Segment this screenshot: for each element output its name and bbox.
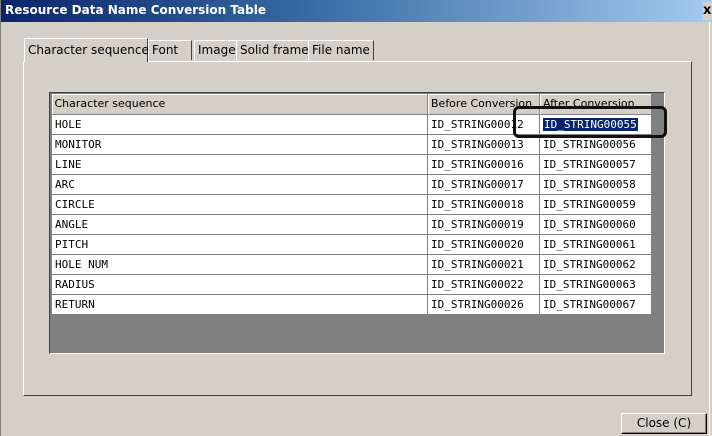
- cell-before-conversion[interactable]: ID_STRING00021: [427, 253, 540, 275]
- cell-character-sequence[interactable]: MONITOR: [51, 133, 428, 155]
- cell-before-conversion[interactable]: ID_STRING00018: [427, 193, 540, 215]
- cell-character-sequence[interactable]: HOLE NUM: [51, 253, 428, 275]
- cell-before-conversion[interactable]: ID_STRING00016: [427, 153, 540, 175]
- table-row[interactable]: LINE ID_STRING00016 ID_STRING00057: [51, 153, 652, 175]
- cell-after-conversion[interactable]: ID_STRING00058: [539, 173, 652, 195]
- column-header-after-conversion[interactable]: After Conversion: [539, 94, 652, 115]
- cell-character-sequence[interactable]: HOLE: [51, 113, 428, 135]
- cell-after-conversion[interactable]: ID_STRING00057: [539, 153, 652, 175]
- tab-character-sequence[interactable]: Character sequence: [24, 38, 149, 62]
- table-row[interactable]: RADIUS ID_STRING00022 ID_STRING00063: [51, 273, 652, 295]
- cell-character-sequence[interactable]: CIRCLE: [51, 193, 428, 215]
- window-close-icon[interactable]: x: [703, 2, 712, 20]
- cell-character-sequence[interactable]: ARC: [51, 173, 428, 195]
- cell-character-sequence[interactable]: ANGLE: [51, 213, 428, 235]
- cell-character-sequence[interactable]: RETURN: [51, 293, 428, 315]
- tab-label: File name: [312, 43, 370, 57]
- cell-before-conversion[interactable]: ID_STRING00017: [427, 173, 540, 195]
- tab-font[interactable]: Font: [148, 40, 192, 60]
- cell-after-conversion-selected[interactable]: ID_STRING00055: [539, 113, 652, 135]
- cell-after-conversion[interactable]: ID_STRING00060: [539, 213, 652, 235]
- cell-character-sequence[interactable]: RADIUS: [51, 273, 428, 295]
- table-row[interactable]: HOLE ID_STRING00012 ID_STRING00055: [51, 113, 652, 135]
- table-header-row: Character sequence Before Conversion Aft…: [51, 94, 652, 115]
- table-row[interactable]: CIRCLE ID_STRING00018 ID_STRING00059: [51, 193, 652, 215]
- cell-after-conversion[interactable]: ID_STRING00059: [539, 193, 652, 215]
- table-row[interactable]: MONITOR ID_STRING00013 ID_STRING00056: [51, 133, 652, 155]
- dialog-window: Resource Data Name Conversion Table x Ch…: [0, 0, 712, 436]
- conversion-grid[interactable]: Character sequence Before Conversion Aft…: [49, 92, 665, 354]
- tab-label: Font: [152, 43, 179, 57]
- cell-before-conversion[interactable]: ID_STRING00019: [427, 213, 540, 235]
- cell-after-conversion[interactable]: ID_STRING00056: [539, 133, 652, 155]
- cell-before-conversion[interactable]: ID_STRING00022: [427, 273, 540, 295]
- table-row[interactable]: ANGLE ID_STRING00019 ID_STRING00060: [51, 213, 652, 235]
- window-edge: [709, 22, 710, 436]
- title-bar[interactable]: Resource Data Name Conversion Table x: [1, 0, 712, 22]
- cell-before-conversion[interactable]: ID_STRING00020: [427, 233, 540, 255]
- cell-after-conversion[interactable]: ID_STRING00063: [539, 273, 652, 295]
- cell-before-conversion[interactable]: ID_STRING00026: [427, 293, 540, 315]
- column-header-before-conversion[interactable]: Before Conversion: [427, 94, 540, 115]
- cell-character-sequence[interactable]: PITCH: [51, 233, 428, 255]
- cell-before-conversion[interactable]: ID_STRING00012: [427, 113, 540, 135]
- cell-after-conversion[interactable]: ID_STRING00061: [539, 233, 652, 255]
- table-row[interactable]: HOLE NUM ID_STRING00021 ID_STRING00062: [51, 253, 652, 275]
- cell-before-conversion[interactable]: ID_STRING00013: [427, 133, 540, 155]
- selected-cell-text[interactable]: ID_STRING00055: [543, 117, 638, 131]
- tab-label: Character sequence: [28, 43, 149, 57]
- tab-label: Solid frame: [240, 43, 309, 57]
- window-title: Resource Data Name Conversion Table: [5, 3, 266, 17]
- tab-label: Image: [198, 43, 236, 57]
- cell-character-sequence[interactable]: LINE: [51, 153, 428, 175]
- cell-after-conversion[interactable]: ID_STRING00062: [539, 253, 652, 275]
- conversion-table: Character sequence Before Conversion Aft…: [51, 94, 652, 315]
- close-button[interactable]: Close (C): [621, 413, 707, 434]
- cell-after-conversion[interactable]: ID_STRING00067: [539, 293, 652, 315]
- table-row[interactable]: PITCH ID_STRING00020 ID_STRING00061: [51, 233, 652, 255]
- table-row[interactable]: RETURN ID_STRING00026 ID_STRING00067: [51, 293, 652, 315]
- table-row[interactable]: ARC ID_STRING00017 ID_STRING00058: [51, 173, 652, 195]
- tab-file-name[interactable]: File name: [308, 40, 374, 60]
- column-header-character-sequence[interactable]: Character sequence: [51, 94, 428, 115]
